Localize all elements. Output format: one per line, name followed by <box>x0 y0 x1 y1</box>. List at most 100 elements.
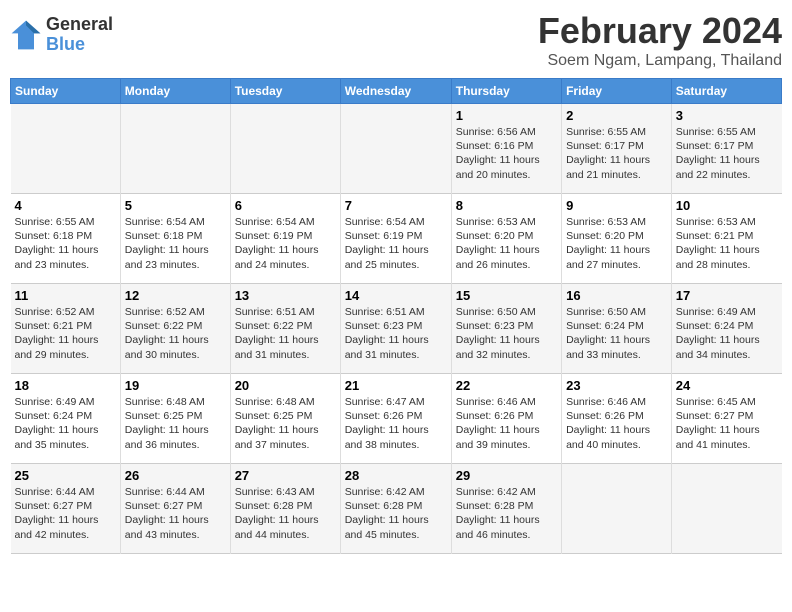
calendar-week-row: 1Sunrise: 6:56 AM Sunset: 6:16 PM Daylig… <box>11 104 782 194</box>
day-number: 6 <box>235 198 336 213</box>
day-info: Sunrise: 6:51 AM Sunset: 6:22 PM Dayligh… <box>235 305 336 362</box>
calendar-cell: 26 Sunrise: 6:44 AM Sunset: 6:27 PM Dayli… <box>120 464 230 554</box>
day-info: Sunrise: 6:44 AM Sunset: 6:27 PM Dayligh… <box>125 485 226 542</box>
day-info: Sunrise: 6:53 AM Sunset: 6:20 PM Dayligh… <box>566 215 667 272</box>
day-number: 12 <box>125 288 226 303</box>
day-number: 4 <box>15 198 116 213</box>
day-info: Sunrise: 6:53 AM Sunset: 6:20 PM Dayligh… <box>456 215 557 272</box>
day-number: 3 <box>676 108 778 123</box>
day-info: Sunrise: 6:48 AM Sunset: 6:25 PM Dayligh… <box>125 395 226 452</box>
calendar-cell <box>562 464 672 554</box>
day-info: Sunrise: 6:52 AM Sunset: 6:21 PM Dayligh… <box>15 305 116 362</box>
day-info: Sunrise: 6:55 AM Sunset: 6:17 PM Dayligh… <box>566 125 667 182</box>
day-info: Sunrise: 6:42 AM Sunset: 6:28 PM Dayligh… <box>345 485 447 542</box>
day-number: 11 <box>15 288 116 303</box>
day-number: 16 <box>566 288 667 303</box>
calendar-cell: 14 Sunrise: 6:51 AM Sunset: 6:23 PM Dayli… <box>340 284 451 374</box>
day-info: Sunrise: 6:55 AM Sunset: 6:18 PM Dayligh… <box>15 215 116 272</box>
calendar-cell: 9 Sunrise: 6:53 AM Sunset: 6:20 PM Daylig… <box>562 194 672 284</box>
calendar-cell: 20Sunrise: 6:48 AM Sunset: 6:25 PM Dayli… <box>230 374 340 464</box>
day-number: 2 <box>566 108 667 123</box>
day-number: 8 <box>456 198 557 213</box>
calendar-cell <box>230 104 340 194</box>
calendar-cell: 13 Sunrise: 6:51 AM Sunset: 6:22 PM Dayli… <box>230 284 340 374</box>
weekday-header-friday: Friday <box>562 79 672 104</box>
day-info: Sunrise: 6:45 AM Sunset: 6:27 PM Dayligh… <box>676 395 778 452</box>
day-info: Sunrise: 6:44 AM Sunset: 6:27 PM Dayligh… <box>15 485 116 542</box>
calendar-cell <box>11 104 121 194</box>
calendar-cell: 7 Sunrise: 6:54 AM Sunset: 6:19 PM Daylig… <box>340 194 451 284</box>
calendar-cell: 8 Sunrise: 6:53 AM Sunset: 6:20 PM Daylig… <box>451 194 561 284</box>
calendar-cell: 18 Sunrise: 6:49 AM Sunset: 6:24 PM Dayli… <box>11 374 121 464</box>
day-info: Sunrise: 6:53 AM Sunset: 6:21 PM Dayligh… <box>676 215 778 272</box>
calendar-cell: 10 Sunrise: 6:53 AM Sunset: 6:21 PM Dayli… <box>671 194 781 284</box>
day-info: Sunrise: 6:54 AM Sunset: 6:19 PM Dayligh… <box>345 215 447 272</box>
calendar-cell: 22 Sunrise: 6:46 AM Sunset: 6:26 PM Dayli… <box>451 374 561 464</box>
calendar-cell: 23 Sunrise: 6:46 AM Sunset: 6:26 PM Dayli… <box>562 374 672 464</box>
day-info: Sunrise: 6:48 AM Sunset: 6:25 PM Dayligh… <box>235 395 336 452</box>
calendar-cell: 29 Sunrise: 6:42 AM Sunset: 6:28 PM Dayli… <box>451 464 561 554</box>
page-header: General Blue February 2024 Soem Ngam, La… <box>10 10 782 70</box>
weekday-header-thursday: Thursday <box>451 79 561 104</box>
day-number: 22 <box>456 378 557 393</box>
day-info: Sunrise: 6:51 AM Sunset: 6:23 PM Dayligh… <box>345 305 447 362</box>
calendar-cell: 5 Sunrise: 6:54 AM Sunset: 6:18 PM Daylig… <box>120 194 230 284</box>
calendar-week-row: 4 Sunrise: 6:55 AM Sunset: 6:18 PM Daylig… <box>11 194 782 284</box>
logo-general-text: General <box>46 15 113 35</box>
logo-icon <box>10 19 42 51</box>
day-number: 18 <box>15 378 116 393</box>
day-info: Sunrise: 6:42 AM Sunset: 6:28 PM Dayligh… <box>456 485 557 542</box>
calendar-cell: 17 Sunrise: 6:49 AM Sunset: 6:24 PM Dayli… <box>671 284 781 374</box>
day-number: 9 <box>566 198 667 213</box>
calendar-cell <box>120 104 230 194</box>
calendar-cell: 6Sunrise: 6:54 AM Sunset: 6:19 PM Daylig… <box>230 194 340 284</box>
logo-text: General Blue <box>46 15 113 55</box>
weekday-header-saturday: Saturday <box>671 79 781 104</box>
logo: General Blue <box>10 15 113 55</box>
day-info: Sunrise: 6:46 AM Sunset: 6:26 PM Dayligh… <box>566 395 667 452</box>
calendar-cell: 1Sunrise: 6:56 AM Sunset: 6:16 PM Daylig… <box>451 104 561 194</box>
day-number: 25 <box>15 468 116 483</box>
day-number: 23 <box>566 378 667 393</box>
day-number: 10 <box>676 198 778 213</box>
day-number: 15 <box>456 288 557 303</box>
calendar-week-row: 25 Sunrise: 6:44 AM Sunset: 6:27 PM Dayli… <box>11 464 782 554</box>
day-number: 24 <box>676 378 778 393</box>
day-info: Sunrise: 6:52 AM Sunset: 6:22 PM Dayligh… <box>125 305 226 362</box>
calendar-cell: 12 Sunrise: 6:52 AM Sunset: 6:22 PM Dayli… <box>120 284 230 374</box>
calendar-cell: 24 Sunrise: 6:45 AM Sunset: 6:27 PM Dayli… <box>671 374 781 464</box>
day-info: Sunrise: 6:49 AM Sunset: 6:24 PM Dayligh… <box>15 395 116 452</box>
day-info: Sunrise: 6:50 AM Sunset: 6:23 PM Dayligh… <box>456 305 557 362</box>
day-info: Sunrise: 6:47 AM Sunset: 6:26 PM Dayligh… <box>345 395 447 452</box>
calendar-week-row: 18 Sunrise: 6:49 AM Sunset: 6:24 PM Dayli… <box>11 374 782 464</box>
day-info: Sunrise: 6:55 AM Sunset: 6:17 PM Dayligh… <box>676 125 778 182</box>
day-info: Sunrise: 6:49 AM Sunset: 6:24 PM Dayligh… <box>676 305 778 362</box>
day-info: Sunrise: 6:50 AM Sunset: 6:24 PM Dayligh… <box>566 305 667 362</box>
day-number: 27 <box>235 468 336 483</box>
calendar-cell: 15 Sunrise: 6:50 AM Sunset: 6:23 PM Dayli… <box>451 284 561 374</box>
logo-blue-text: Blue <box>46 35 113 55</box>
day-info: Sunrise: 6:46 AM Sunset: 6:26 PM Dayligh… <box>456 395 557 452</box>
calendar-cell: 21 Sunrise: 6:47 AM Sunset: 6:26 PM Dayli… <box>340 374 451 464</box>
calendar-cell: 25 Sunrise: 6:44 AM Sunset: 6:27 PM Dayli… <box>11 464 121 554</box>
calendar-cell: 19Sunrise: 6:48 AM Sunset: 6:25 PM Dayli… <box>120 374 230 464</box>
day-number: 28 <box>345 468 447 483</box>
day-number: 13 <box>235 288 336 303</box>
day-number: 21 <box>345 378 447 393</box>
calendar-cell: 27Sunrise: 6:43 AM Sunset: 6:28 PM Dayli… <box>230 464 340 554</box>
day-number: 5 <box>125 198 226 213</box>
calendar-header-row: SundayMondayTuesdayWednesdayThursdayFrid… <box>11 79 782 104</box>
location-title: Soem Ngam, Lampang, Thailand <box>538 52 782 70</box>
day-number: 7 <box>345 198 447 213</box>
day-number: 17 <box>676 288 778 303</box>
calendar-table: SundayMondayTuesdayWednesdayThursdayFrid… <box>10 78 782 554</box>
calendar-cell: 2 Sunrise: 6:55 AM Sunset: 6:17 PM Daylig… <box>562 104 672 194</box>
day-number: 29 <box>456 468 557 483</box>
day-info: Sunrise: 6:54 AM Sunset: 6:18 PM Dayligh… <box>125 215 226 272</box>
weekday-header-wednesday: Wednesday <box>340 79 451 104</box>
day-info: Sunrise: 6:56 AM Sunset: 6:16 PM Dayligh… <box>456 125 557 182</box>
day-number: 26 <box>125 468 226 483</box>
calendar-cell: 28 Sunrise: 6:42 AM Sunset: 6:28 PM Dayli… <box>340 464 451 554</box>
calendar-cell <box>671 464 781 554</box>
day-number: 14 <box>345 288 447 303</box>
